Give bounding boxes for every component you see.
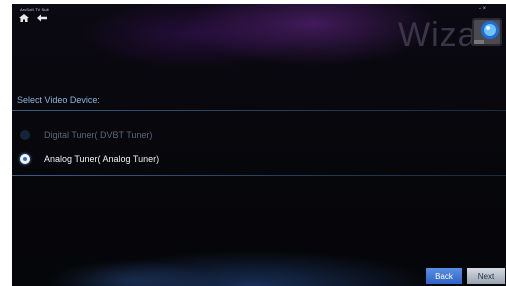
option-analog-tuner-label: Analog Tuner( Analog Tuner) <box>44 154 160 164</box>
radio-analog-tuner[interactable] <box>20 154 30 164</box>
section-divider-bottom <box>12 175 506 176</box>
wizard-watermark: Wiza <box>398 16 478 54</box>
app-title: ArcSoft TV Suit <box>20 7 49 12</box>
next-button[interactable]: Next <box>467 268 505 284</box>
back-button[interactable]: Back <box>426 268 462 284</box>
option-digital-tuner[interactable]: Digital Tuner( DVBT Tuner) <box>20 128 152 142</box>
back-arrow-icon[interactable] <box>36 13 48 23</box>
option-analog-tuner[interactable]: Analog Tuner( Analog Tuner) <box>20 152 159 166</box>
home-icon[interactable] <box>18 13 30 23</box>
app-window: ArcSoft TV Suit Wiza - × Select Video De… <box>12 4 506 286</box>
tv-suite-logo-icon <box>472 18 502 46</box>
option-digital-tuner-label: Digital Tuner( DVBT Tuner) <box>44 130 153 140</box>
select-video-device-label: Select Video Device: <box>17 95 100 105</box>
radio-digital-tuner[interactable] <box>20 130 30 140</box>
section-divider-top <box>12 110 506 111</box>
window-controls[interactable]: - × <box>479 6 486 12</box>
